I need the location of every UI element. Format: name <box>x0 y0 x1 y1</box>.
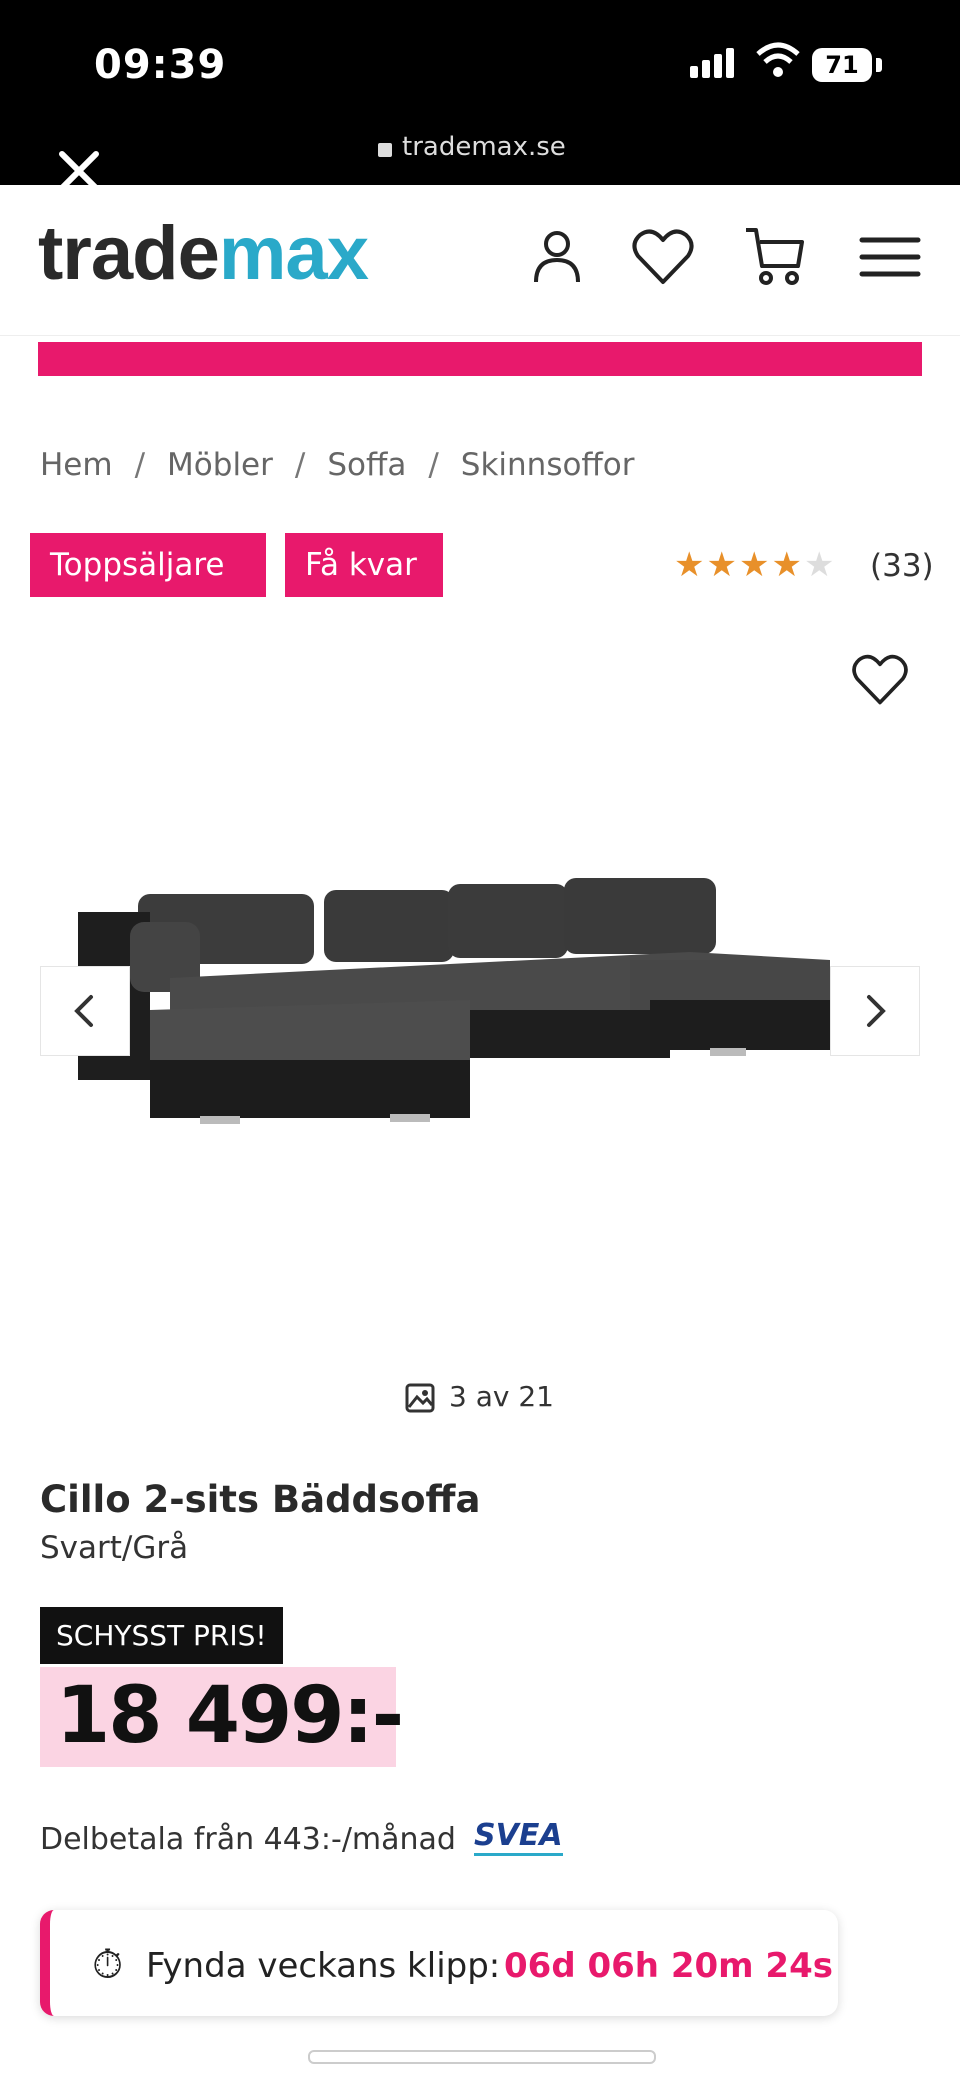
breadcrumb-item-skinnsoffor[interactable]: Skinnsoffor <box>461 447 635 483</box>
url-bar[interactable]: trademax.se <box>378 132 566 162</box>
url-text: trademax.se <box>402 132 566 162</box>
prev-image-button[interactable] <box>40 966 130 1056</box>
logo-part-trade: trade <box>38 211 220 296</box>
breadcrumb: Hem / Möbler / Soffa / Skinnsoffor <box>40 447 635 483</box>
deal-timer: 06d 06h 20m 24s <box>504 1946 833 1986</box>
favorite-heart-icon[interactable] <box>848 648 912 708</box>
star-icon: ★ <box>771 545 804 585</box>
installment-text: Delbetala från 443:-/månad <box>40 1822 456 1857</box>
product-variant: Svart/Grå <box>40 1530 189 1566</box>
star-icon: ★ <box>738 545 772 585</box>
star-icon: ★ <box>706 545 739 585</box>
image-icon <box>405 1383 435 1413</box>
deal-label: Fynda veckans klipp: <box>146 1946 501 1986</box>
battery-indicator: 71 <box>812 48 872 82</box>
logo-part-max: max <box>218 211 369 296</box>
chevron-right-icon <box>867 995 886 1027</box>
price-label-badge: SCHYSST PRIS! <box>40 1607 283 1664</box>
heart-icon[interactable] <box>628 222 698 292</box>
breadcrumb-item-home[interactable]: Hem <box>40 447 113 483</box>
trademax-logo[interactable]: trademax <box>38 210 369 297</box>
badge-few-left: Få kvar <box>285 533 443 597</box>
star-icon: ★ <box>674 545 707 585</box>
badge-top-seller: Toppsäljare <box>30 533 266 597</box>
next-image-button[interactable] <box>830 966 920 1056</box>
breadcrumb-item-mobler[interactable]: Möbler <box>167 447 273 483</box>
rating-count[interactable]: (33) <box>870 548 934 584</box>
header-divider <box>0 335 960 336</box>
product-image[interactable] <box>70 860 870 1140</box>
signal-icon <box>690 48 738 78</box>
lock-icon <box>378 143 392 157</box>
battery-tip <box>876 58 882 72</box>
image-counter-text: 3 av 21 <box>449 1380 554 1413</box>
home-indicator <box>308 2050 656 2064</box>
breadcrumb-item-soffa[interactable]: Soffa <box>327 447 406 483</box>
status-time: 09:39 <box>94 42 227 88</box>
image-counter: 3 av 21 <box>405 1380 554 1413</box>
chevron-left-icon <box>74 995 93 1027</box>
star-empty-icon: ★ <box>803 545 837 585</box>
product-title: Cillo 2-sits Bäddsoffa <box>40 1478 481 1521</box>
cart-icon[interactable] <box>740 222 810 292</box>
star-rating[interactable]: ★★★★★ <box>674 545 836 585</box>
product-price: 18 499:- <box>56 1671 404 1761</box>
user-icon[interactable] <box>522 222 592 292</box>
menu-icon[interactable] <box>856 222 926 292</box>
promo-banner[interactable] <box>38 342 922 376</box>
wifi-icon <box>755 40 801 84</box>
svea-logo[interactable]: SVEA <box>474 1818 563 1856</box>
stopwatch-icon: ⏱ <box>92 1942 124 1988</box>
